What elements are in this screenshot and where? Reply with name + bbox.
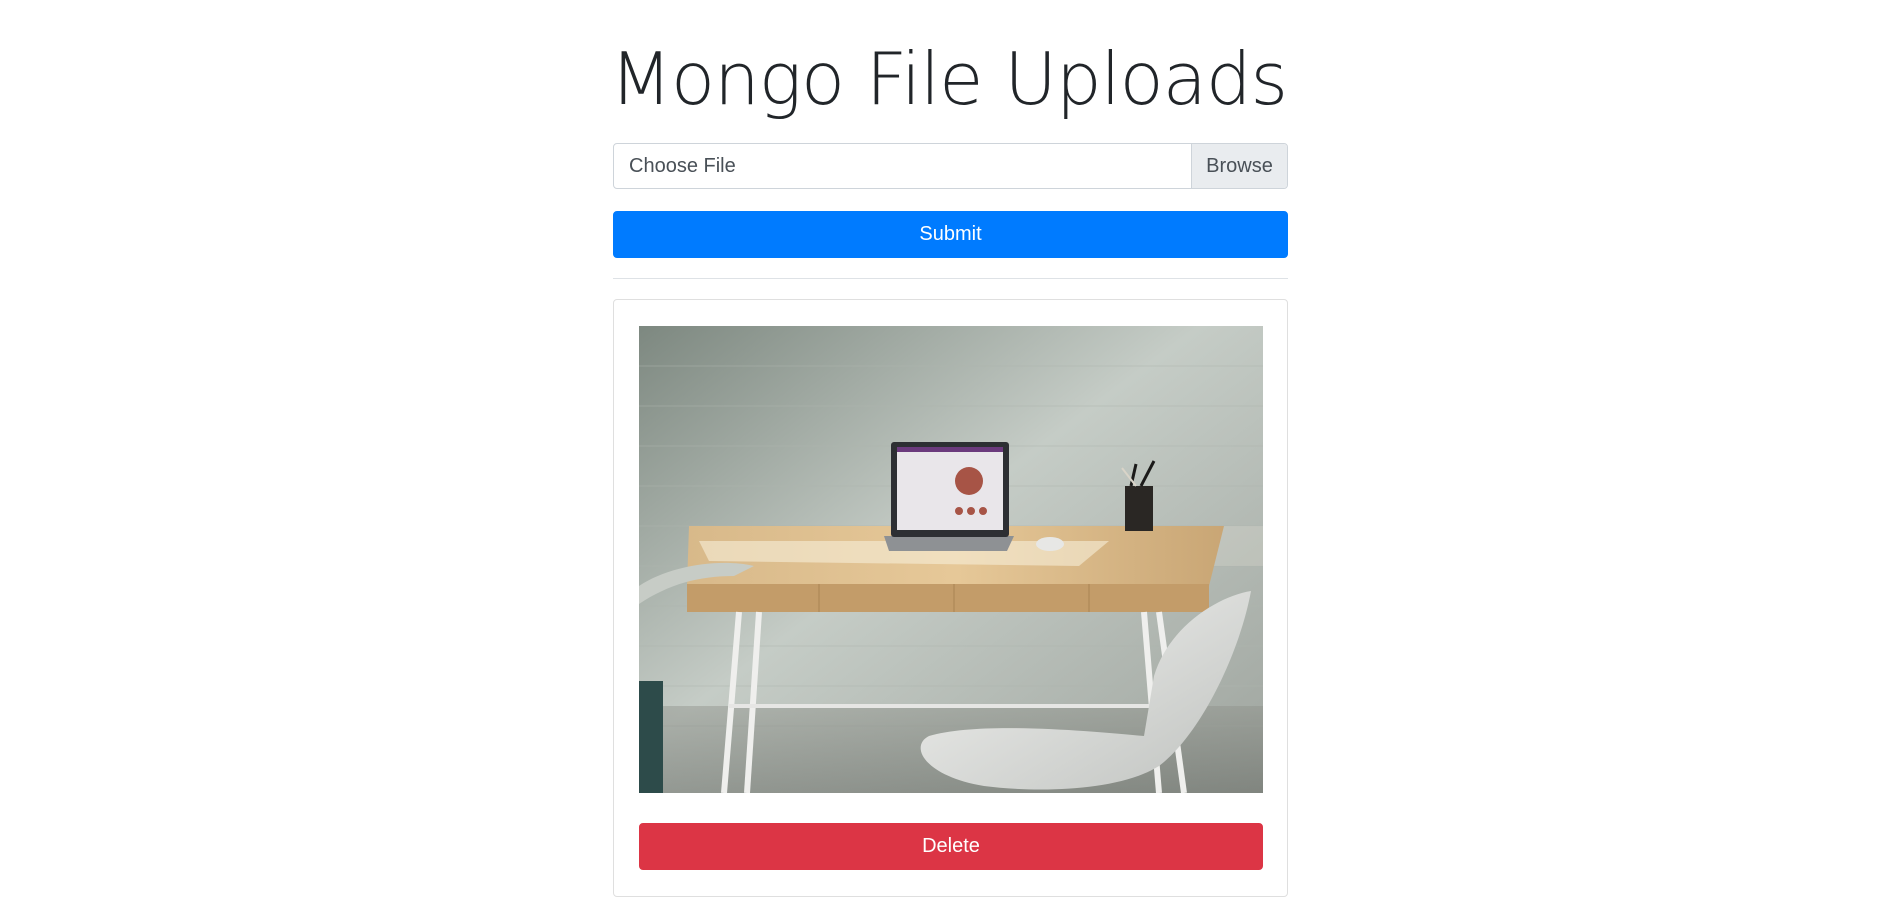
page-title: Mongo File Uploads: [609, 37, 1288, 121]
file-input-label[interactable]: Choose File: [614, 144, 1191, 188]
uploaded-image: [639, 326, 1263, 793]
browse-button[interactable]: Browse: [1191, 144, 1287, 188]
delete-button[interactable]: Delete: [639, 823, 1263, 870]
file-card: Delete: [613, 299, 1288, 897]
submit-button[interactable]: Submit: [613, 211, 1288, 258]
divider: [613, 278, 1288, 279]
file-input-group[interactable]: Choose File Browse: [613, 143, 1288, 189]
page-container: Mongo File Uploads Choose File Browse Su…: [0, 0, 1897, 900]
